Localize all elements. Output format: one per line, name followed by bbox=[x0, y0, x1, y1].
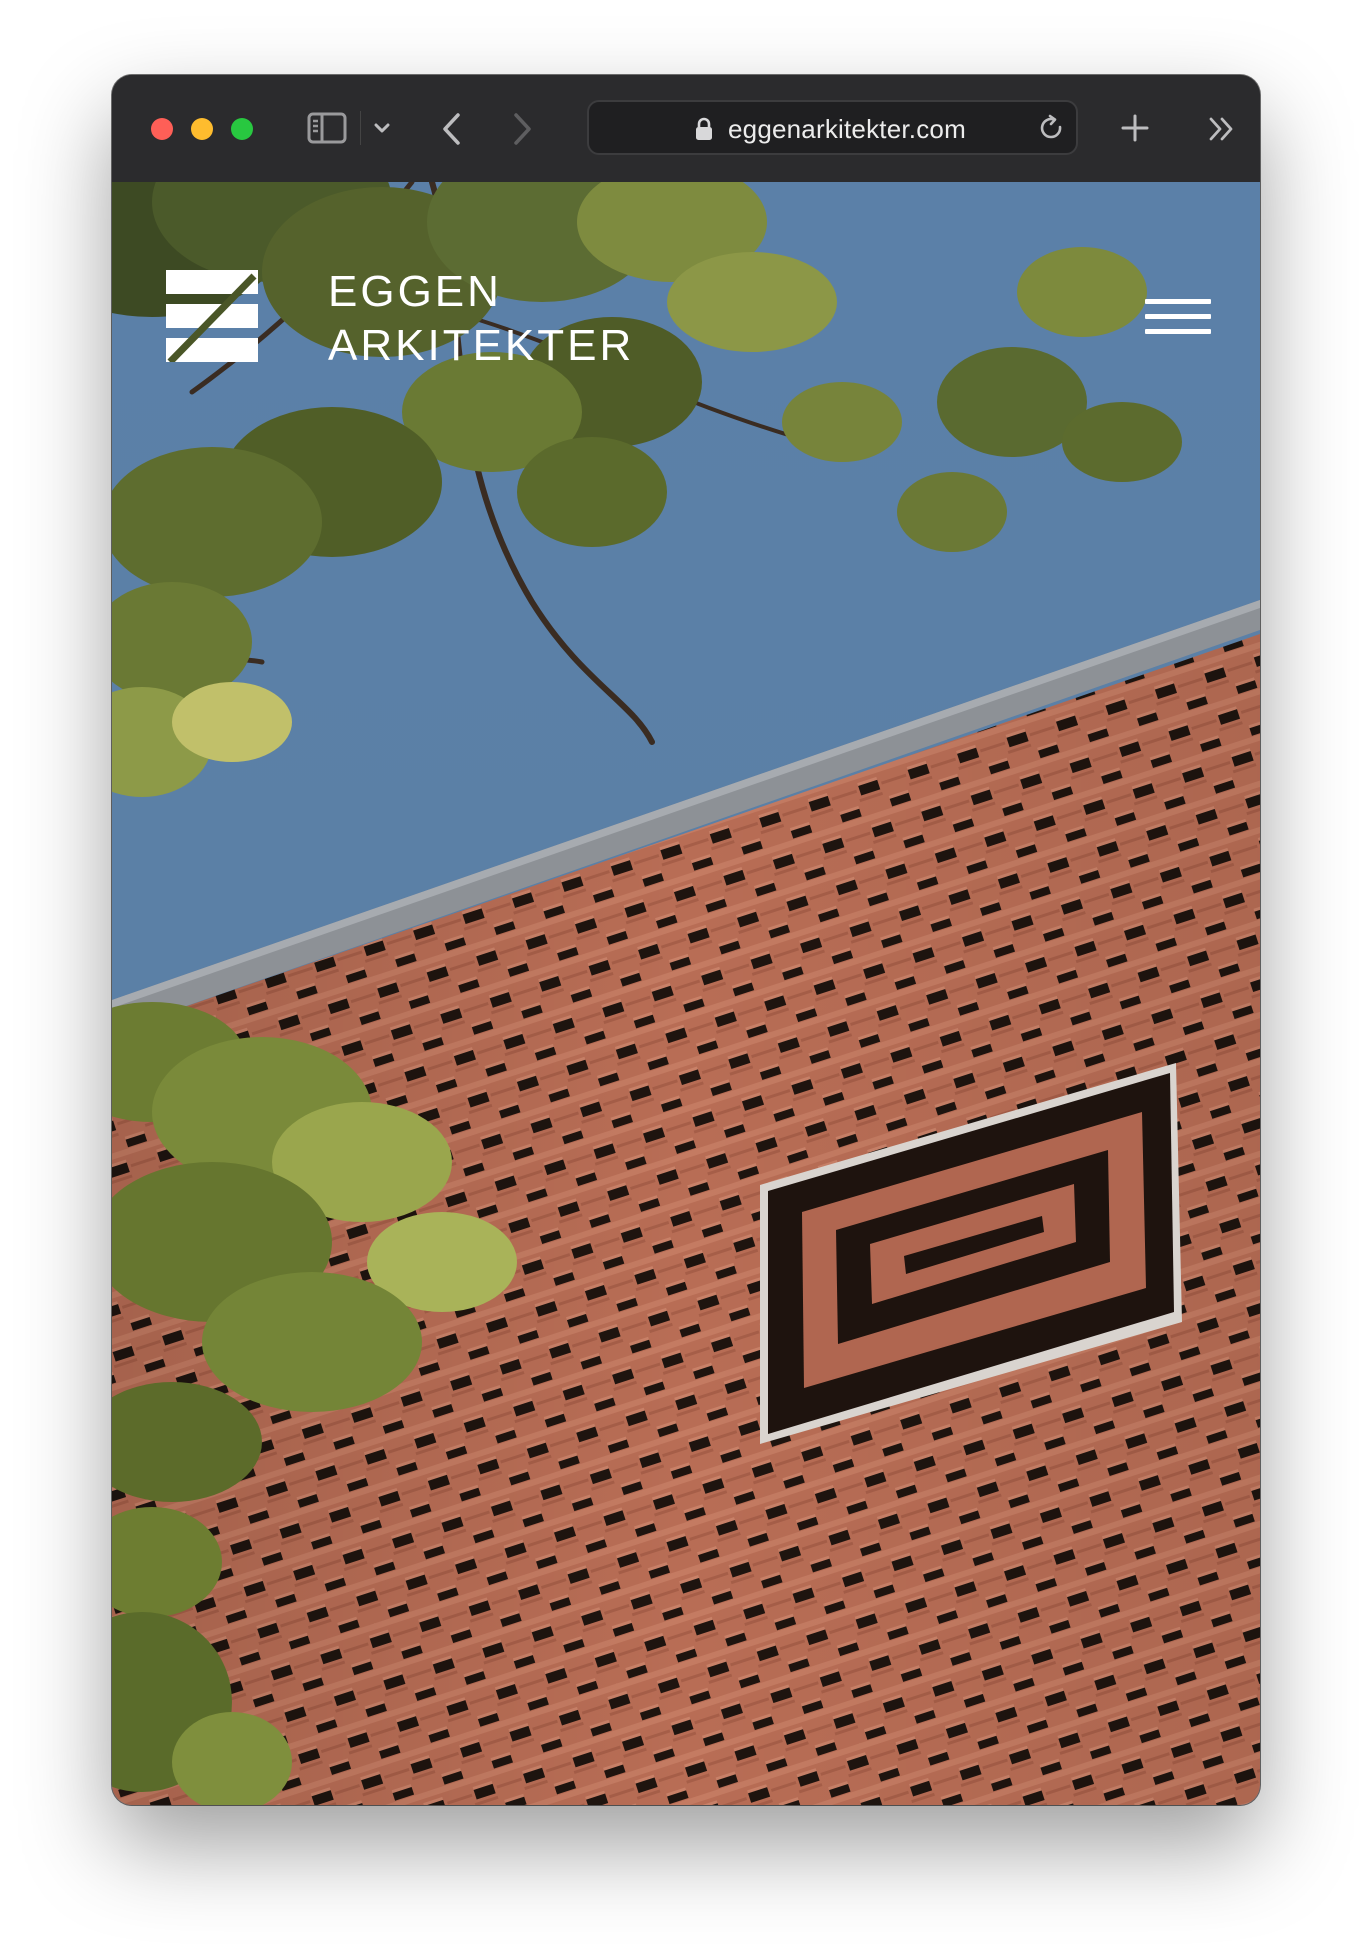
toolbar-divider bbox=[360, 111, 361, 145]
logo-text-line2: ARKITEKTER bbox=[328, 321, 635, 370]
forward-button[interactable] bbox=[502, 109, 542, 149]
hero-image bbox=[112, 182, 1260, 1805]
plus-icon bbox=[1121, 114, 1149, 142]
lock-icon bbox=[696, 117, 712, 140]
sidebar-toggle-button[interactable] bbox=[306, 109, 348, 147]
new-tab-button[interactable] bbox=[1116, 109, 1154, 147]
browser-window: eggenarkitekter.com EGGEN ARKITEKTER bbox=[112, 75, 1260, 1805]
minimize-button[interactable] bbox=[191, 118, 213, 140]
forward-chevron-icon bbox=[514, 113, 531, 145]
site-logo[interactable]: EGGEN ARKITEKTER bbox=[166, 267, 631, 370]
logo-mark-icon bbox=[166, 270, 258, 362]
reload-icon[interactable] bbox=[1038, 114, 1066, 142]
sidebar-icon bbox=[307, 112, 347, 144]
close-button[interactable] bbox=[151, 118, 173, 140]
hamburger-menu-icon bbox=[1145, 299, 1211, 304]
url-text: eggenarkitekter.com bbox=[728, 114, 966, 144]
sidebar-menu-button[interactable] bbox=[369, 115, 395, 141]
zoom-button[interactable] bbox=[231, 118, 253, 140]
double-chevron-icon bbox=[1209, 117, 1233, 141]
page-viewport: EGGEN ARKITEKTER bbox=[112, 182, 1260, 1805]
address-bar[interactable]: eggenarkitekter.com bbox=[587, 100, 1078, 155]
more-tabs-button[interactable] bbox=[1202, 109, 1242, 149]
browser-toolbar: eggenarkitekter.com bbox=[112, 75, 1260, 183]
chevron-down-icon bbox=[374, 123, 390, 133]
hamburger-menu-button[interactable] bbox=[1145, 299, 1213, 343]
back-button[interactable] bbox=[432, 109, 472, 149]
logo-text-line1: EGGEN bbox=[328, 267, 502, 316]
back-chevron-icon bbox=[443, 113, 460, 145]
